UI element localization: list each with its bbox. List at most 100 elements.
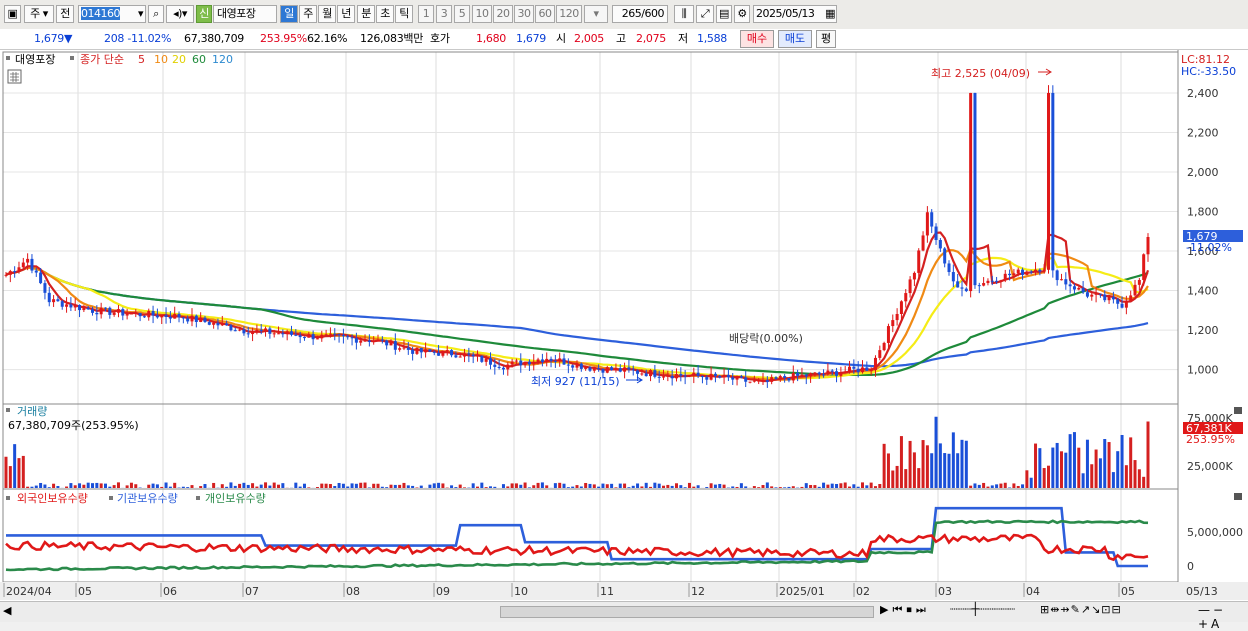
market-type-select[interactable]: 주 ▾ <box>24 5 54 23</box>
candle-body <box>121 309 124 315</box>
date-input[interactable]: 2025/05/13▦ <box>753 5 837 23</box>
period-minute[interactable]: 분 <box>357 5 375 23</box>
candle-body <box>333 334 336 335</box>
speaker-icon[interactable]: ◂)▾ <box>166 5 194 23</box>
period-tick[interactable]: 틱 <box>395 5 413 23</box>
draw-tool-icon[interactable]: ⤢ <box>696 5 714 23</box>
volume-axis-low: 25,000K <box>1187 460 1233 473</box>
volume-bar <box>433 483 436 488</box>
period-year[interactable]: 년 <box>337 5 355 23</box>
candle-body <box>1017 270 1020 274</box>
volume-bar <box>1147 422 1150 489</box>
volume-bar <box>407 485 410 488</box>
playback-controls[interactable]: ▶⏮⏹⏭ <box>880 603 930 617</box>
volume-bar <box>480 483 483 488</box>
x-axis-label: 11 <box>600 585 614 598</box>
candle-body <box>619 368 622 372</box>
volume-bar <box>1004 483 1007 488</box>
data-count-input[interactable]: 265/600 <box>612 5 668 23</box>
candle-body <box>948 263 951 272</box>
price-panel-frame <box>3 52 1178 404</box>
average-button[interactable]: 평 <box>816 30 836 48</box>
period-second[interactable]: 초 <box>376 5 394 23</box>
tool-icons[interactable]: ⊞⇹⇸✎↗↘⊡⊟ <box>1040 603 1122 616</box>
period-month[interactable]: 월 <box>318 5 336 23</box>
interval-5[interactable]: 5 <box>454 5 470 23</box>
x-axis-label: 05 <box>78 585 92 598</box>
interval-60[interactable]: 60 <box>535 5 555 23</box>
candle-body <box>299 335 302 337</box>
interval-20[interactable]: 20 <box>493 5 513 23</box>
candle-body <box>242 330 245 334</box>
candle-body <box>1138 280 1141 285</box>
save-icon[interactable]: ▤ <box>716 5 732 23</box>
scroll-bar[interactable]: ◀ ▶⏮⏹⏭ ┈┈┈┼┈┈┈┈┈ ⊞⇹⇸✎↗↘⊡⊟ —−+A <box>0 601 1248 622</box>
volume-bar <box>299 487 302 488</box>
volume-bar <box>104 484 107 488</box>
candle-body <box>956 281 959 287</box>
sell-button[interactable]: 매도 <box>778 30 812 48</box>
candle-body <box>848 367 851 372</box>
candle-body <box>173 314 176 319</box>
volume-bar <box>1017 486 1020 488</box>
price-tag-pct: -11.02% <box>1186 241 1232 254</box>
volume-bar <box>831 484 834 488</box>
volume-bar <box>999 484 1002 488</box>
volume-bar <box>91 483 94 488</box>
interval-120[interactable]: 120 <box>556 5 582 23</box>
volume-bar <box>368 487 371 488</box>
period-week[interactable]: 주 <box>299 5 317 23</box>
gear-icon[interactable]: ⚙ <box>734 5 750 23</box>
volume-bar <box>420 486 423 488</box>
volume-close-icon[interactable] <box>1234 407 1242 414</box>
volume-bar <box>247 485 250 488</box>
candle-body <box>208 322 211 325</box>
period-day[interactable]: 일 <box>280 5 298 23</box>
candle-body <box>294 335 297 336</box>
volume-bar <box>818 487 821 488</box>
volume-bar <box>571 487 574 488</box>
candle-icon[interactable]: ⫼ <box>674 5 694 23</box>
candle-body <box>870 370 873 371</box>
candle-body <box>260 330 263 331</box>
zoom-slider[interactable]: ┈┈┈┼┈┈┈┈┈ <box>950 602 1015 616</box>
stock-code-input[interactable]: 014160 ▾ <box>78 5 146 23</box>
buy-button[interactable]: 매수 <box>740 30 774 48</box>
volume-bar <box>35 486 38 488</box>
volume-bar <box>935 417 938 488</box>
open-price: 2,005 <box>574 31 604 47</box>
holdings-close-icon[interactable] <box>1234 493 1242 500</box>
candle-body <box>800 375 803 376</box>
volume-bar <box>428 485 431 488</box>
price-axis-label: 2,200 <box>1187 126 1219 139</box>
candle-body <box>338 334 341 335</box>
scroll-thumb[interactable] <box>500 606 874 618</box>
volume-bar <box>1043 468 1046 488</box>
scope-select[interactable]: 전 <box>56 5 74 23</box>
dividend-marker: 배당락(0.00%) <box>729 332 803 345</box>
volume-bar <box>844 482 847 488</box>
volume-bar <box>917 468 920 488</box>
interval-1[interactable]: 1 <box>418 5 434 23</box>
candle-body <box>913 273 916 280</box>
volume-bar <box>736 487 739 488</box>
search-icon[interactable]: ⌕ <box>148 5 164 23</box>
volume-bar <box>264 482 267 488</box>
interval-3[interactable]: 3 <box>436 5 452 23</box>
candle-body <box>225 323 228 325</box>
candle-body <box>394 341 397 350</box>
interval-dropdown[interactable]: ▾ <box>584 5 608 23</box>
volume-bar <box>221 484 224 488</box>
ask-price-1: 1,680 <box>476 31 506 47</box>
table-icon[interactable] <box>8 70 21 83</box>
scroll-left-icon[interactable]: ◀ <box>3 604 11 617</box>
interval-30[interactable]: 30 <box>514 5 534 23</box>
interval-10[interactable]: 10 <box>472 5 492 23</box>
candle-body <box>13 271 16 272</box>
window-icon[interactable]: ▣ <box>4 5 21 23</box>
zoom-controls-icon[interactable]: —−+A <box>1198 603 1248 631</box>
volume-bar <box>930 453 933 488</box>
volume-bar <box>524 483 527 488</box>
candle-body <box>584 367 587 369</box>
candle-body <box>407 348 410 350</box>
